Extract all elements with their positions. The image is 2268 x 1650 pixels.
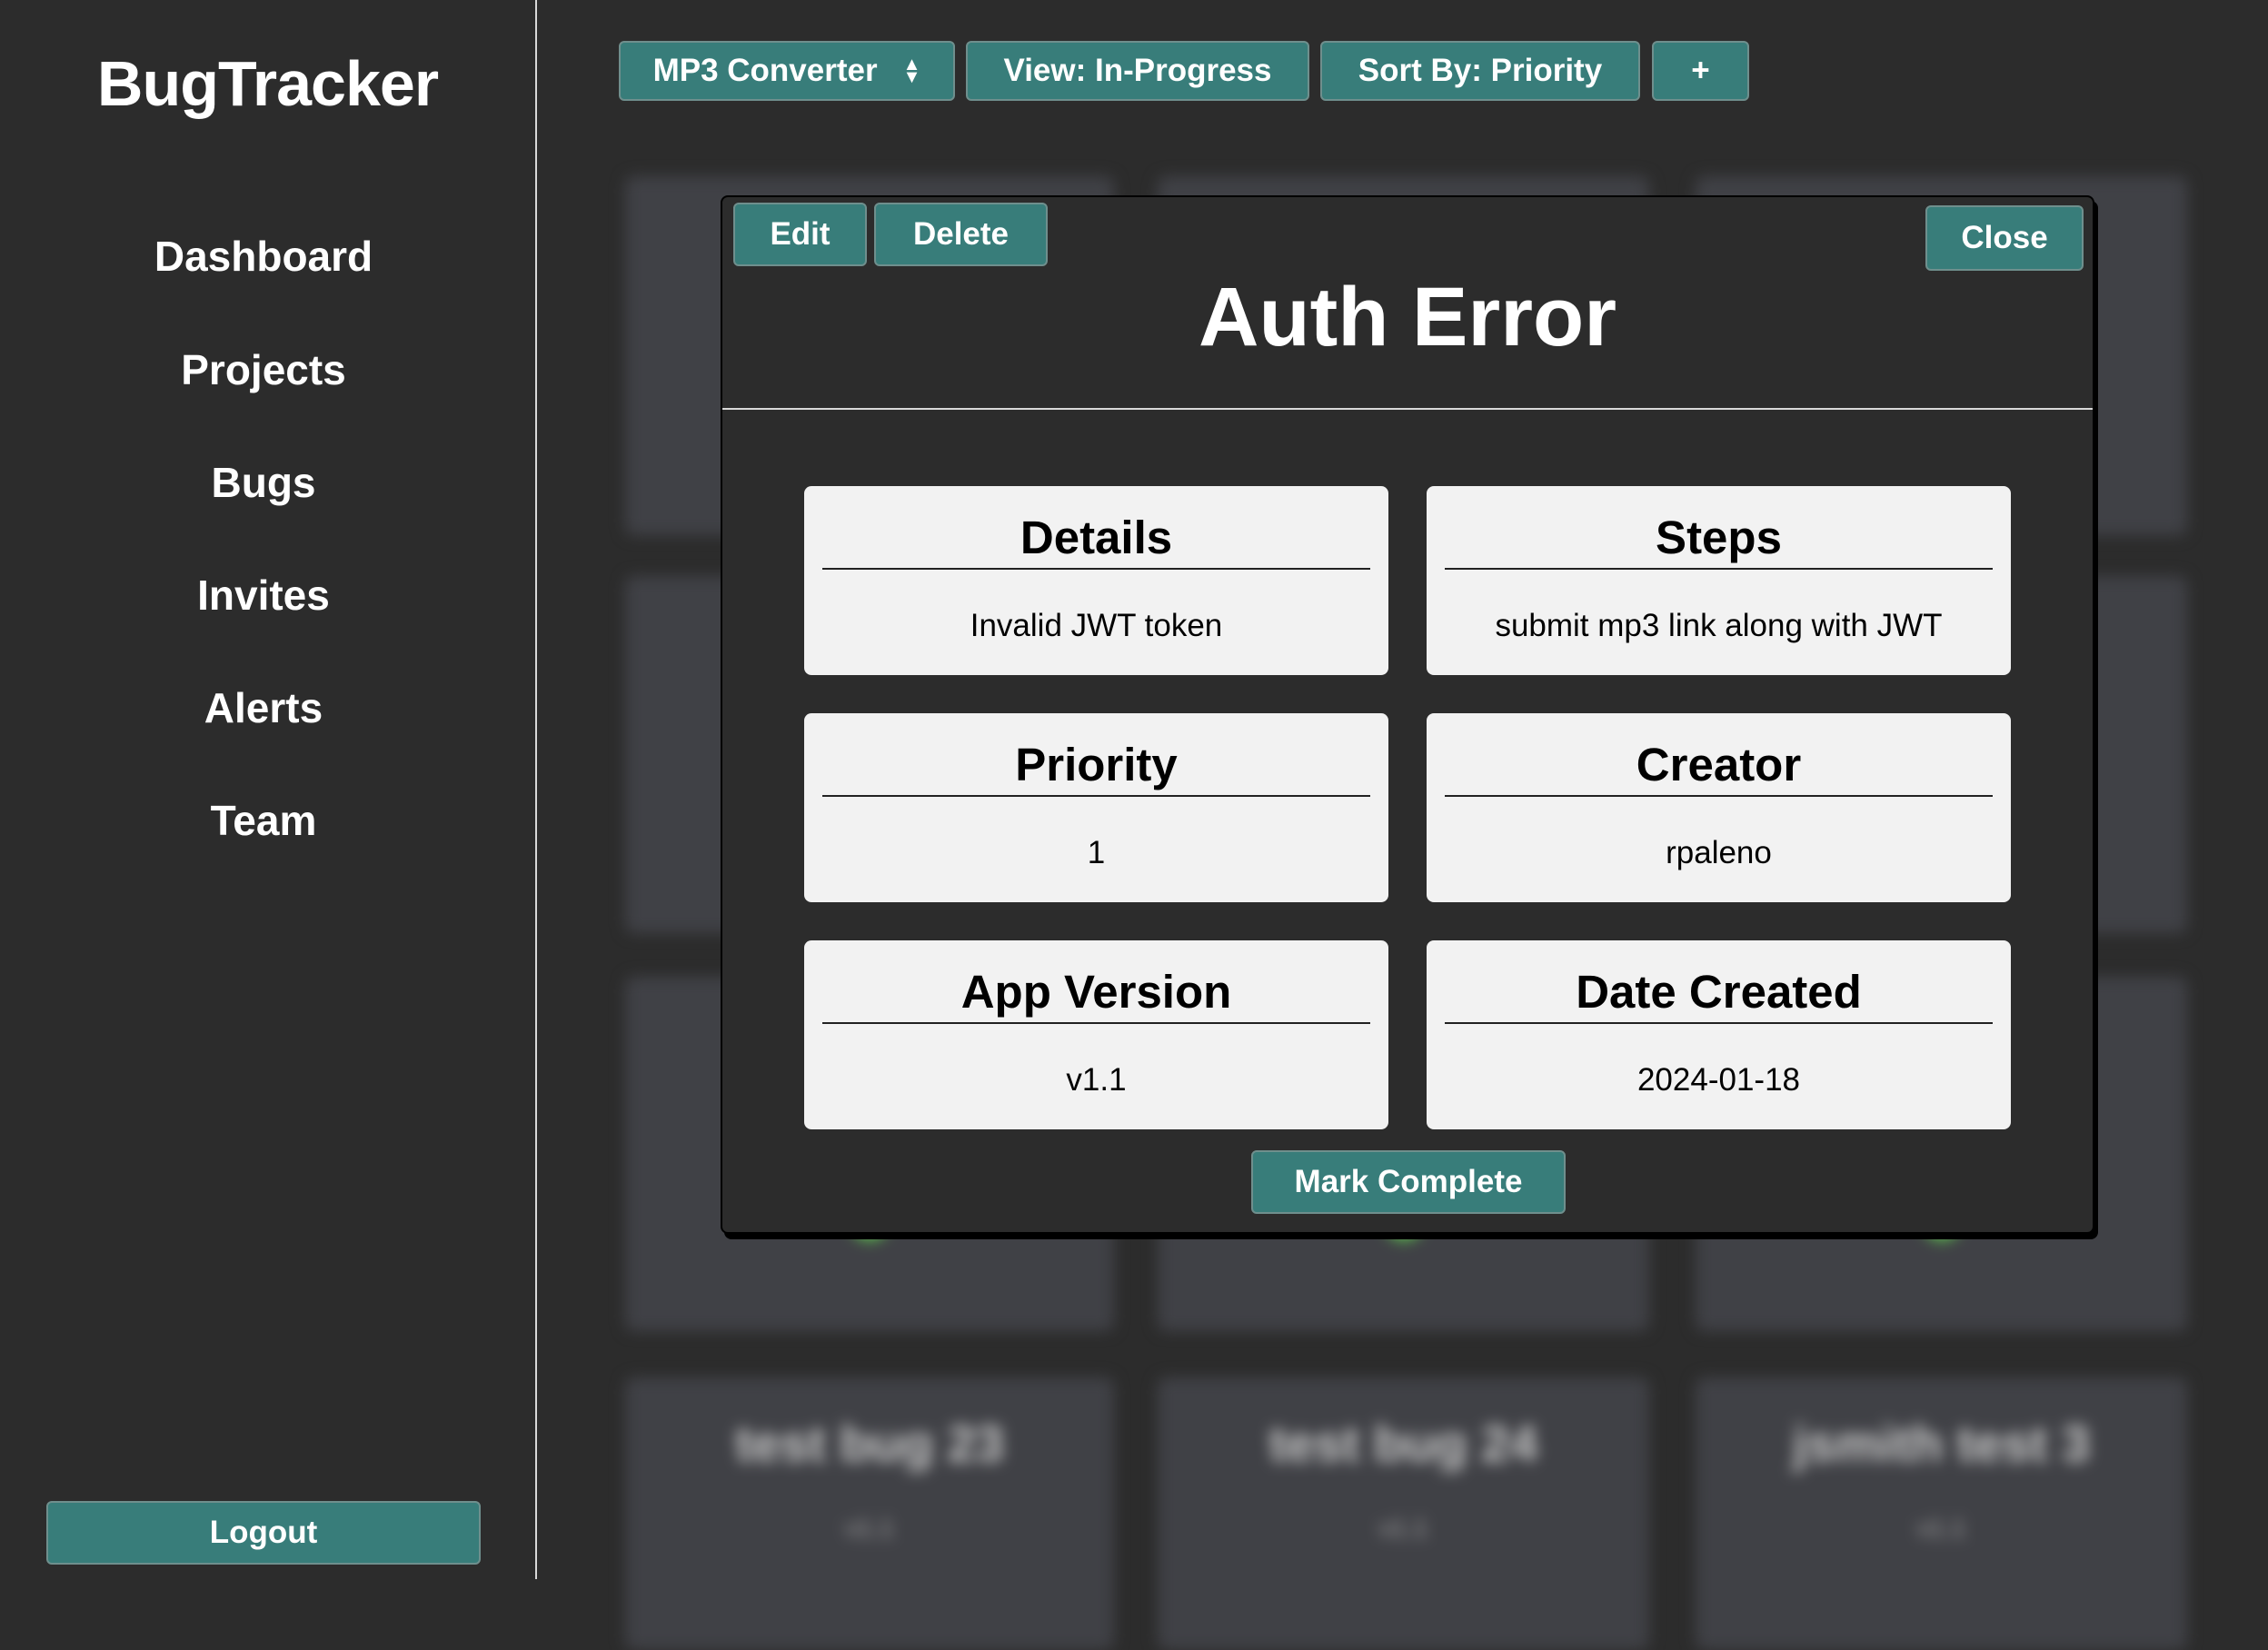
card-heading: Priority <box>822 735 1370 797</box>
card-value: 2024-01-18 <box>1636 1062 1801 1098</box>
project-select-value: MP3 Converter <box>652 53 878 88</box>
card-heading: Creator <box>1445 735 1993 797</box>
sidebar-item-alerts[interactable]: Alerts <box>0 683 527 732</box>
card-value: submit mp3 link along with JWT <box>1495 608 1943 643</box>
bug-card-version: v1.1 <box>1917 1514 1965 1542</box>
add-bug-button[interactable]: + <box>1652 41 1749 101</box>
sidebar: BugTracker Dashboard Projects Bugs Invit… <box>0 0 537 1579</box>
card-heading: App Version <box>822 962 1370 1024</box>
bug-card-title: jsmith test 3 <box>1793 1415 2090 1472</box>
creator-card: Creator rpaleno <box>1427 713 2011 902</box>
updown-chevron-icon: ▲ ▼ <box>902 55 921 87</box>
card-value: Invalid JWT token <box>970 608 1223 643</box>
bug-card-version: v1.1 <box>1379 1514 1427 1542</box>
date-created-card: Date Created 2024-01-18 <box>1427 940 2011 1129</box>
card-value: 1 <box>1087 835 1106 870</box>
sidebar-item-bugs[interactable]: Bugs <box>0 458 527 507</box>
bug-card-title: test bug 24 <box>1268 1415 1538 1472</box>
sidebar-item-dashboard[interactable]: Dashboard <box>0 232 527 281</box>
close-button[interactable]: Close <box>1925 205 2084 271</box>
card-heading: Steps <box>1445 508 1993 570</box>
sidebar-item-invites[interactable]: Invites <box>0 571 527 620</box>
card-heading: Date Created <box>1445 962 1993 1024</box>
bug-title: Auth Error <box>1199 271 1616 363</box>
bug-card[interactable]: test bug 23 v1.1 <box>625 1377 1114 1650</box>
mark-complete-button[interactable]: Mark Complete <box>1251 1150 1566 1214</box>
app-version-card: App Version v1.1 <box>804 940 1388 1129</box>
app-logo: BugTracker <box>96 48 439 119</box>
view-filter-button[interactable]: View: In-Progress <box>966 41 1309 101</box>
bug-card-title: test bug 23 <box>735 1415 1004 1472</box>
steps-card: Steps submit mp3 link along with JWT <box>1427 486 2011 675</box>
bug-detail-modal: Edit Delete Close Auth Error Details Inv… <box>721 195 2094 1234</box>
bug-card[interactable]: test bug 24 v1.1 <box>1158 1377 1649 1650</box>
card-heading: Details <box>822 508 1370 570</box>
delete-button[interactable]: Delete <box>874 203 1048 266</box>
edit-button[interactable]: Edit <box>733 203 867 266</box>
logout-button[interactable]: Logout <box>46 1501 481 1565</box>
card-value: rpaleno <box>1666 835 1772 870</box>
priority-card: Priority 1 <box>804 713 1388 902</box>
sort-button[interactable]: Sort By: Priority <box>1320 41 1640 101</box>
sidebar-item-team[interactable]: Team <box>0 796 527 845</box>
bug-card[interactable]: jsmith test 3 v1.1 <box>1696 1377 2187 1650</box>
sidebar-item-projects[interactable]: Projects <box>0 345 527 394</box>
project-select[interactable]: MP3 Converter ▲ ▼ <box>619 41 955 101</box>
bug-card-version: v1.1 <box>845 1514 894 1542</box>
divider <box>722 408 2093 410</box>
details-card: Details Invalid JWT token <box>804 486 1388 675</box>
card-value: v1.1 <box>1066 1062 1127 1098</box>
